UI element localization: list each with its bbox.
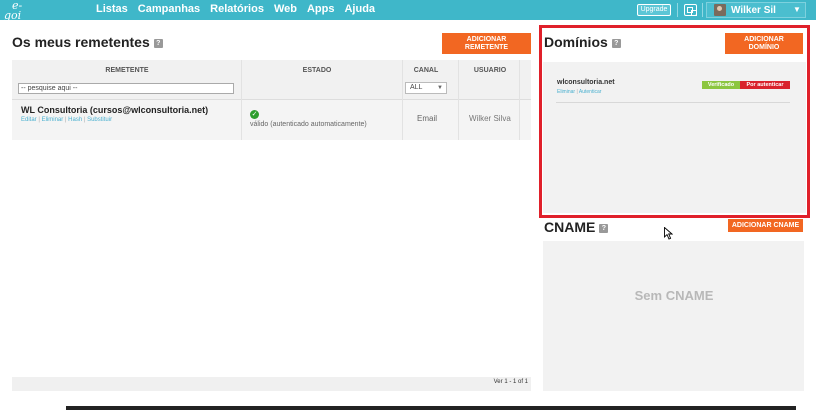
column-divider [402, 60, 403, 140]
search-input[interactable]: -- pesquise aqui -- [18, 83, 234, 94]
help-icon[interactable]: ? [153, 38, 163, 48]
pagination-text: Ver 1 - 1 of 1 [493, 379, 528, 385]
account-switch-icon[interactable] [684, 4, 697, 16]
sender-channel: Email [417, 114, 438, 123]
domain-actions: Eliminar | Autenticar [557, 89, 602, 95]
divider [556, 102, 790, 103]
channel-filter-select[interactable]: ALL ▼ [405, 82, 447, 94]
help-icon[interactable]: ? [611, 38, 621, 48]
column-divider [241, 60, 242, 140]
add-sender-button[interactable]: ADICIONAR REMETENTE [442, 33, 531, 54]
delete-domain-link[interactable]: Eliminar [557, 89, 575, 95]
hash-link[interactable]: Hash [68, 117, 82, 123]
nav-divider [702, 3, 703, 17]
main-menu: Listas Campanhas Relatórios Web Apps Aju… [96, 3, 375, 16]
nav-apps[interactable]: Apps [307, 3, 335, 16]
add-sender-label-2: REMETENTE [464, 44, 509, 51]
edit-link[interactable]: Editar [21, 117, 37, 123]
sender-status: válido (autenticado automaticamente) [250, 121, 367, 128]
sender-actions: Editar | Eliminar | Hash | Substituir [21, 117, 113, 123]
replace-link[interactable]: Substituir [87, 117, 112, 123]
top-navigation-bar: e- goi Listas Campanhas Relatórios Web A… [0, 0, 816, 22]
senders-title: Os meus remetentes? [12, 34, 163, 50]
check-icon: ✓ [250, 110, 259, 119]
channel-filter-value: ALL [410, 84, 423, 91]
column-header-remetente[interactable]: REMETENTE [12, 67, 242, 74]
mouse-cursor-icon [664, 227, 673, 240]
column-header-estado[interactable]: ESTADO [242, 67, 392, 74]
senders-table: REMETENTE ESTADO CANAL USUARIO -- pesqui… [12, 60, 531, 140]
add-sender-label-1: ADICIONAR [466, 36, 507, 43]
empty-state-text: Sem CNAME [634, 288, 714, 303]
add-domain-label-2: DOMÍNIO [748, 44, 780, 51]
domains-title-text: Domínios [544, 34, 608, 50]
column-header-usuario[interactable]: USUARIO [460, 67, 520, 74]
sender-user: Wilker Silva [469, 114, 511, 123]
screen-bottom-edge [66, 406, 796, 410]
table-header: REMETENTE ESTADO CANAL USUARIO -- pesqui… [12, 60, 531, 100]
authenticate-domain-link[interactable]: Autenticar [579, 89, 602, 95]
add-cname-button[interactable]: ADICIONAR CNAME [728, 219, 803, 232]
cname-title: CNAME? [544, 219, 609, 235]
nav-ajuda[interactable]: Ajuda [344, 3, 375, 16]
help-icon[interactable]: ? [599, 223, 609, 233]
avatar [714, 4, 726, 16]
nav-divider [677, 3, 678, 17]
cname-panel [543, 241, 804, 391]
status-badge-verified: Verificado [702, 81, 740, 89]
delete-link[interactable]: Eliminar [42, 117, 64, 123]
sender-name: WL Consultoria (cursos@wlconsultoria.net… [21, 105, 209, 115]
upgrade-button[interactable]: Upgrade [637, 4, 671, 16]
nav-relatorios[interactable]: Relatórios [210, 3, 264, 16]
domain-name: wlconsultoria.net [557, 79, 615, 86]
caret-down-icon: ▼ [793, 5, 801, 14]
logo-text-bottom: goi [4, 9, 22, 22]
chevron-down-icon: ▼ [437, 85, 443, 91]
nav-web[interactable]: Web [274, 3, 297, 16]
user-name: Wilker Sil [731, 5, 776, 16]
status-badge-pending: Por autenticar [740, 81, 790, 89]
user-menu[interactable]: Wilker Sil ▼ [706, 2, 806, 18]
nav-campanhas[interactable]: Campanhas [138, 3, 200, 16]
column-divider [458, 60, 459, 140]
add-domain-label-1: ADICIONAR [744, 36, 784, 43]
column-divider [519, 60, 520, 140]
cname-title-text: CNAME [544, 219, 596, 235]
nav-listas[interactable]: Listas [96, 3, 128, 16]
domains-title: Domínios? [544, 34, 621, 50]
add-domain-button[interactable]: ADICIONAR DOMÍNIO [725, 33, 803, 54]
pagination-bar: Ver 1 - 1 of 1 [12, 377, 531, 391]
senders-title-text: Os meus remetentes [12, 34, 150, 50]
